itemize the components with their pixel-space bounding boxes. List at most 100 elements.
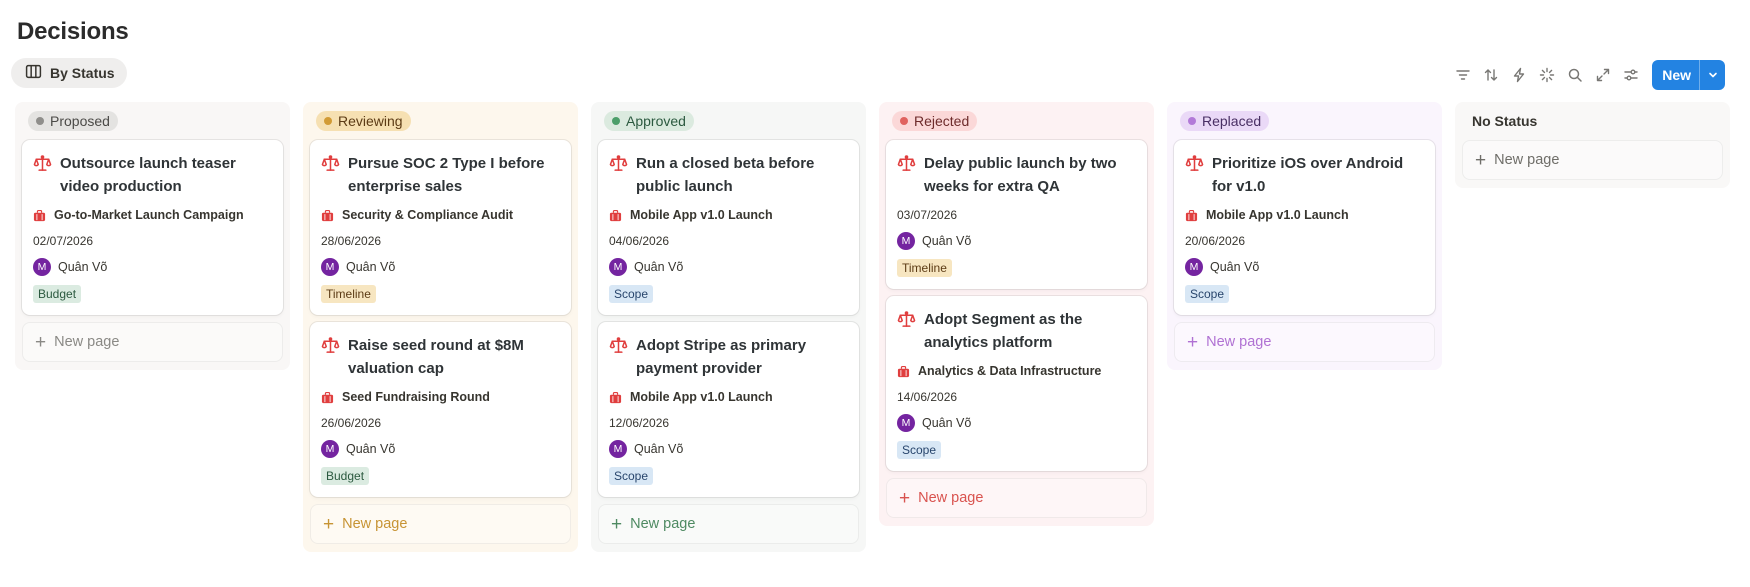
automation-lightning-icon[interactable] (1505, 61, 1533, 89)
owner-name: Quân Võ (346, 442, 396, 456)
new-page-label: New page (1206, 334, 1272, 350)
view-toolbar: New (1449, 60, 1725, 90)
plus-icon: + (899, 487, 911, 509)
scale-balance-icon (321, 336, 340, 355)
status-dot (1188, 117, 1196, 125)
page-title: Decisions (17, 18, 129, 45)
briefcase-icon (321, 391, 334, 404)
project-relation[interactable]: Security & Compliance Audit (321, 206, 560, 224)
decision-date: 04/06/2026 (609, 234, 670, 248)
project-name: Security & Compliance Audit (342, 208, 514, 222)
avatar: M (609, 258, 627, 276)
owner-name: Quân Võ (634, 260, 684, 274)
owner-name: Quân Võ (634, 442, 684, 456)
card-title-text: Delay public launch by two weeks for ext… (924, 155, 1117, 195)
decision-card[interactable]: Outsource launch teaser video production… (22, 140, 283, 315)
decision-date: 28/06/2026 (321, 234, 382, 248)
avatar: M (897, 414, 915, 432)
new-page-button[interactable]: + New page (22, 322, 283, 362)
owner-name: Quân Võ (922, 234, 972, 248)
owner: M Quân Võ (897, 232, 1136, 250)
decision-card[interactable]: Pursue SOC 2 Type I before enterprise sa… (310, 140, 571, 315)
new-page-button[interactable]: + New page (886, 478, 1147, 518)
owner: M Quân Võ (321, 440, 560, 458)
project-name: Mobile App v1.0 Launch (630, 390, 773, 404)
new-page-button[interactable]: + New page (1174, 322, 1435, 362)
status-pill-replaced: Replaced (1180, 111, 1270, 131)
status-label: Rejected (914, 113, 970, 129)
expand-icon[interactable] (1589, 61, 1617, 89)
project-relation[interactable]: Seed Fundraising Round (321, 388, 560, 406)
category-tag: Scope (897, 441, 942, 459)
avatar: M (897, 232, 915, 250)
decision-card[interactable]: Delay public launch by two weeks for ext… (886, 140, 1147, 289)
scale-balance-icon (609, 154, 628, 173)
category-tag: Scope (609, 467, 654, 485)
decision-card[interactable]: Raise seed round at $8M valuation cap See… (310, 322, 571, 497)
plus-icon: + (1475, 149, 1487, 171)
decision-card[interactable]: Prioritize iOS over Android for v1.0 Mobi… (1174, 140, 1435, 315)
settings-sliders-icon[interactable] (1617, 61, 1645, 89)
project-name: Seed Fundraising Round (342, 390, 490, 404)
status-dot (324, 117, 332, 125)
new-page-button[interactable]: + New page (1462, 140, 1723, 180)
scale-balance-icon (33, 154, 52, 173)
card-title: Delay public launch by two weeks for ext… (897, 152, 1136, 198)
decision-card[interactable]: Run a closed beta before public launch Mo… (598, 140, 859, 315)
owner: M Quân Võ (897, 414, 1136, 432)
decision-card[interactable]: Adopt Segment as the analytics platform A… (886, 296, 1147, 471)
card-title: Prioritize iOS over Android for v1.0 (1185, 152, 1424, 198)
new-button[interactable]: New (1652, 60, 1725, 90)
briefcase-icon (897, 365, 910, 378)
card-title-text: Prioritize iOS over Android for v1.0 (1212, 155, 1404, 195)
project-relation[interactable]: Go-to-Market Launch Campaign (33, 206, 272, 224)
column-header: Rejected (886, 108, 1147, 134)
category-tag: Scope (1185, 285, 1230, 303)
briefcase-icon (321, 209, 334, 222)
project-name: Go-to-Market Launch Campaign (54, 208, 244, 222)
column-proposed: Proposed Outsource launch teaser video pr… (15, 102, 290, 370)
filter-icon[interactable] (1449, 61, 1477, 89)
decision-date: 03/07/2026 (897, 208, 958, 222)
category-tag: Timeline (321, 285, 376, 303)
owner: M Quân Võ (609, 258, 848, 276)
search-icon[interactable] (1561, 61, 1589, 89)
new-page-button[interactable]: + New page (310, 504, 571, 544)
plus-icon: + (35, 331, 47, 353)
view-tab-label: By Status (50, 65, 115, 81)
ai-sparkle-icon[interactable] (1533, 61, 1561, 89)
column-reviewing: Reviewing Pursue SOC 2 Type I before ente… (303, 102, 578, 552)
status-label: Replaced (1202, 113, 1262, 129)
avatar: M (1185, 258, 1203, 276)
decision-date: 26/06/2026 (321, 416, 382, 430)
new-page-label: New page (1494, 152, 1560, 168)
chevron-down-icon[interactable] (1699, 60, 1725, 90)
decision-date: 20/06/2026 (1185, 234, 1246, 248)
status-pill-proposed: Proposed (28, 111, 118, 131)
view-tab-by-status[interactable]: By Status (11, 58, 127, 88)
card-title: Run a closed beta before public launch (609, 152, 848, 198)
card-title: Raise seed round at $8M valuation cap (321, 334, 560, 380)
status-label: Reviewing (338, 113, 403, 129)
owner-name: Quân Võ (922, 416, 972, 430)
briefcase-icon (1185, 209, 1198, 222)
new-page-button[interactable]: + New page (598, 504, 859, 544)
card-title-text: Adopt Segment as the analytics platform (924, 311, 1083, 351)
project-relation[interactable]: Analytics & Data Infrastructure (897, 362, 1136, 380)
briefcase-icon (609, 209, 622, 222)
decision-card[interactable]: Adopt Stripe as primary payment provider… (598, 322, 859, 497)
avatar: M (321, 440, 339, 458)
scale-balance-icon (1185, 154, 1204, 173)
plus-icon: + (1187, 331, 1199, 353)
project-relation[interactable]: Mobile App v1.0 Launch (1185, 206, 1424, 224)
scale-balance-icon (609, 336, 628, 355)
sort-icon[interactable] (1477, 61, 1505, 89)
scale-balance-icon (897, 154, 916, 173)
project-relation[interactable]: Mobile App v1.0 Launch (609, 388, 848, 406)
category-tag: Scope (609, 285, 654, 303)
project-relation[interactable]: Mobile App v1.0 Launch (609, 206, 848, 224)
plus-icon: + (611, 513, 623, 535)
new-page-label: New page (54, 334, 120, 350)
avatar: M (33, 258, 51, 276)
owner: M Quân Võ (609, 440, 848, 458)
